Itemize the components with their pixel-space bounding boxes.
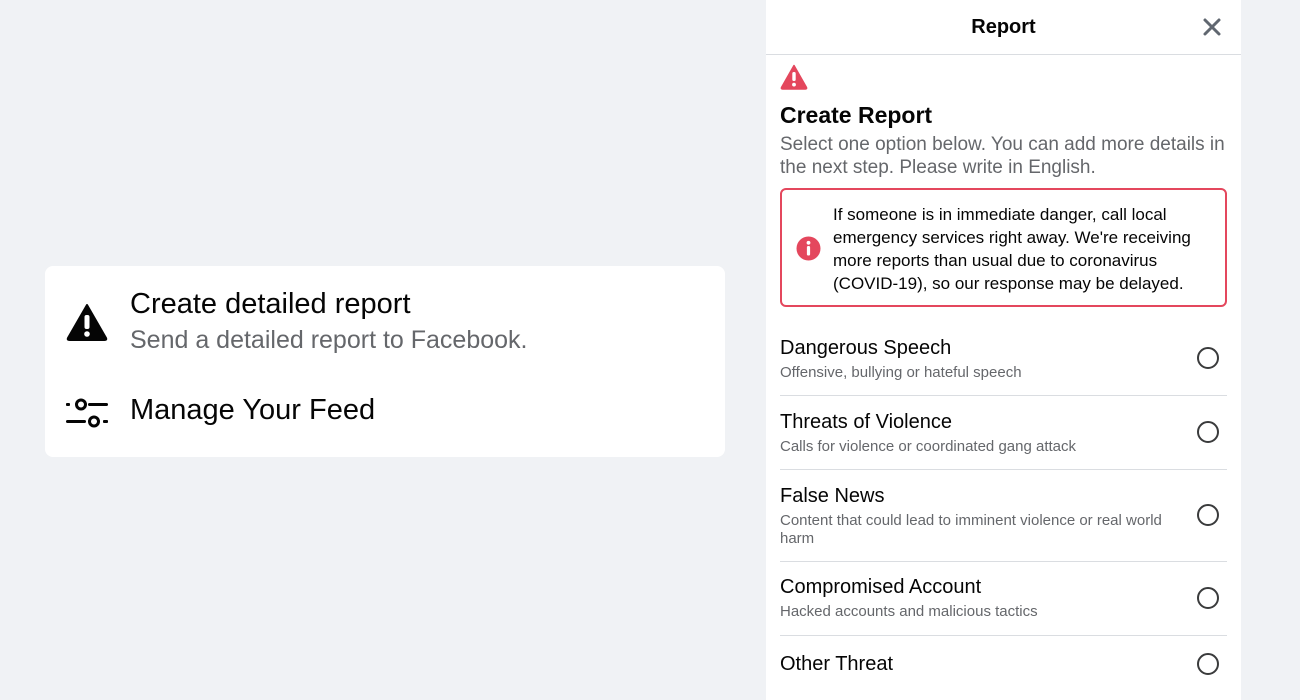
report-dialog-header: Report: [766, 0, 1241, 55]
option-dangerous-speech[interactable]: Dangerous Speech Offensive, bullying or …: [780, 322, 1227, 396]
option-description: Calls for violence or coordinated gang a…: [780, 438, 1077, 455]
create-report-heading: Create Report: [780, 102, 933, 128]
option-label: Compromised Account: [780, 576, 982, 598]
option-radio[interactable]: [1197, 653, 1219, 675]
option-label: False News: [780, 485, 885, 507]
option-radio[interactable]: [1197, 421, 1219, 443]
option-description: Content that could lead to imminent viol…: [780, 512, 1162, 547]
close-button[interactable]: [1197, 12, 1227, 42]
create-detailed-report-title: Create detailed report: [130, 288, 411, 320]
option-compromised-account[interactable]: Compromised Account Hacked accounts and …: [780, 562, 1227, 636]
sliders-icon: [66, 397, 110, 429]
warning-triangle-icon: [66, 303, 108, 341]
option-label: Dangerous Speech: [780, 337, 952, 359]
option-label: Other Threat: [780, 653, 894, 675]
option-description: Offensive, bullying or hateful speech: [780, 364, 1022, 381]
post-options-menu: Create detailed report Send a detailed r…: [45, 266, 725, 457]
option-other-threat[interactable]: Other Threat: [780, 636, 1227, 700]
option-radio[interactable]: [1197, 504, 1219, 526]
option-description: Hacked accounts and malicious tactics: [780, 603, 1038, 620]
manage-your-feed-item[interactable]: Manage Your Feed: [45, 392, 725, 432]
option-label: Threats of Violence: [780, 411, 952, 433]
create-report-description: Select one option below. You can add mor…: [780, 134, 1225, 178]
manage-your-feed-title: Manage Your Feed: [130, 394, 376, 426]
close-icon: [1203, 18, 1221, 36]
warning-icon: [780, 64, 808, 90]
report-options-list: Dangerous Speech Offensive, bullying or …: [780, 322, 1227, 700]
info-alert-icon: [796, 236, 821, 261]
option-false-news[interactable]: False News Content that could lead to im…: [780, 470, 1227, 562]
option-threats-of-violence[interactable]: Threats of Violence Calls for violence o…: [780, 396, 1227, 470]
report-dialog: Report Create Report Select one option b…: [766, 0, 1241, 700]
report-dialog-title: Report: [971, 16, 1036, 38]
emergency-notice: If someone is in immediate danger, call …: [780, 188, 1227, 307]
option-radio[interactable]: [1197, 347, 1219, 369]
create-detailed-report-item[interactable]: Create detailed report Send a detailed r…: [45, 286, 725, 366]
emergency-notice-text: If someone is in immediate danger, call …: [833, 205, 1191, 293]
option-radio[interactable]: [1197, 587, 1219, 609]
create-detailed-report-subtitle: Send a detailed report to Facebook.: [130, 326, 528, 354]
